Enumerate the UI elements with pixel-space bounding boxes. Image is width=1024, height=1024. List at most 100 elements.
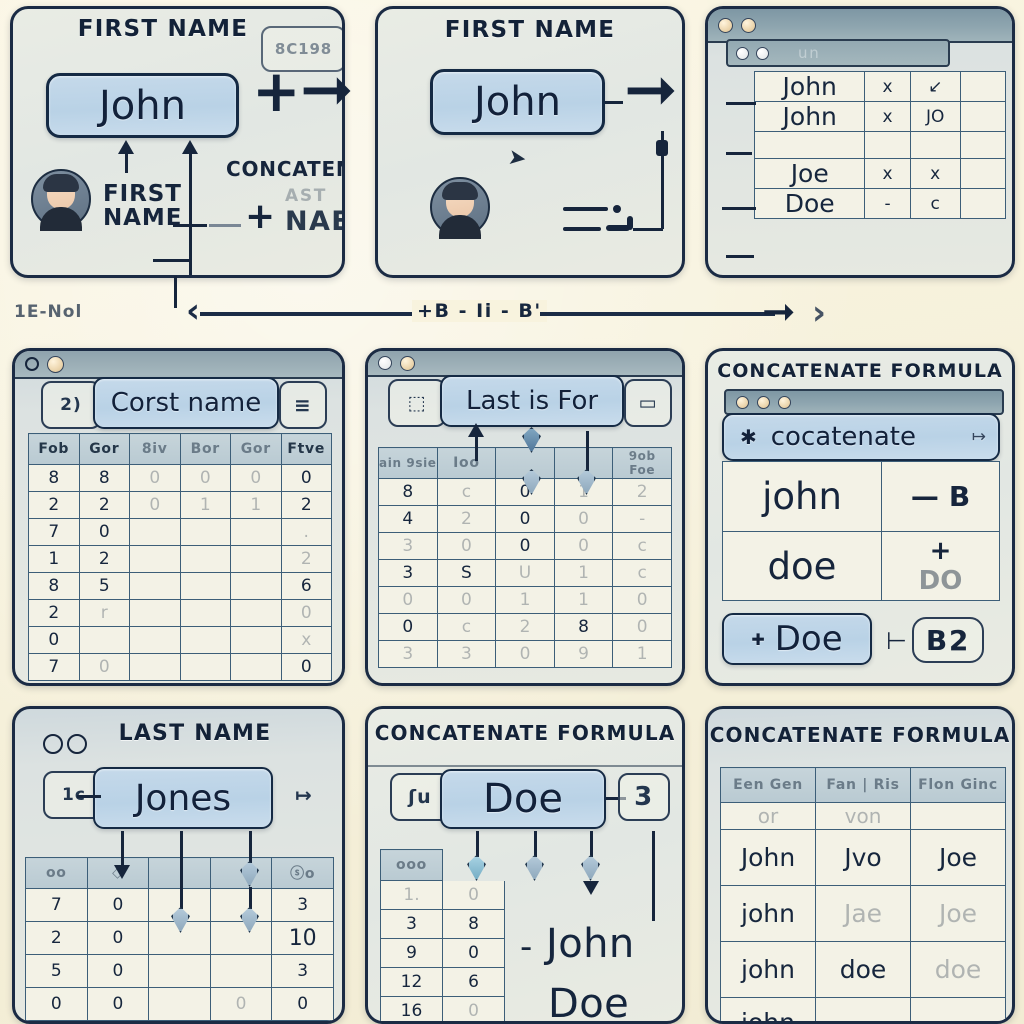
panel3-cell-c1[interactable]: x — [864, 71, 911, 102]
cell[interactable]: r — [78, 599, 130, 627]
cell[interactable] — [179, 545, 231, 573]
panel6-row-left[interactable]: john — [723, 462, 882, 531]
cell[interactable] — [230, 599, 282, 627]
table-row[interactable]: John x JO — [753, 101, 1007, 132]
cell[interactable]: S — [436, 559, 497, 587]
cell[interactable] — [209, 954, 273, 988]
cell[interactable]: n — [86, 1020, 150, 1021]
cell[interactable] — [179, 653, 231, 681]
cell[interactable]: 9 — [553, 640, 614, 668]
cell[interactable]: 3 — [378, 640, 438, 668]
cell[interactable]: 7 — [28, 518, 80, 546]
cell[interactable]: john — [720, 941, 816, 998]
panel8-right-chip[interactable]: 3 — [618, 773, 670, 821]
cell[interactable]: doe — [910, 941, 1006, 998]
table-row[interactable]: john doe doe — [720, 941, 1006, 998]
panel3-cell-c1[interactable]: x — [864, 101, 911, 132]
cell[interactable]: 1 — [553, 559, 614, 587]
cell[interactable]: 0 — [86, 921, 150, 955]
table-row[interactable]: 8 5 6 — [28, 572, 332, 600]
cell[interactable]: 3 — [378, 532, 438, 560]
table-row[interactable]: 9 0 — [380, 938, 505, 968]
cell[interactable]: 9 — [380, 938, 443, 968]
panel4-right-chip[interactable]: ≡ — [279, 381, 327, 429]
cell[interactable]: 10 — [271, 921, 334, 955]
cell[interactable]: or — [720, 802, 816, 830]
cell[interactable]: 12 — [25, 1020, 88, 1021]
cell[interactable]: 12 — [380, 967, 443, 997]
cell[interactable]: 2 — [612, 478, 672, 506]
cell[interactable]: 0 — [78, 653, 130, 681]
panel3-cell-c3[interactable] — [959, 131, 1007, 159]
cell[interactable]: 8 — [78, 464, 130, 492]
panel3-cell-c2[interactable] — [909, 131, 961, 159]
window-dot-close[interactable] — [43, 734, 63, 754]
cell[interactable]: 3 — [271, 954, 334, 988]
table-row[interactable]: 4 2 0 0 - — [378, 505, 672, 533]
cell[interactable]: 2 — [495, 613, 555, 641]
cell[interactable] — [129, 518, 181, 546]
window-dot-minimize[interactable] — [67, 734, 87, 754]
cell[interactable]: 8 — [28, 464, 80, 492]
cell[interactable] — [815, 997, 911, 1021]
panel5-left-chip[interactable]: ⬚ — [388, 379, 446, 427]
panel6-row[interactable]: doe + DO — [723, 532, 999, 600]
table-row[interactable]: 5 0 3 — [25, 954, 334, 988]
panel6-row[interactable]: john — B — [723, 462, 999, 532]
cell[interactable] — [148, 954, 211, 988]
cell[interactable]: c — [612, 532, 672, 560]
cell[interactable]: 1 — [28, 545, 80, 573]
table-row[interactable]: Doe - c — [753, 188, 1007, 219]
panel3-cell-c1[interactable]: x — [864, 158, 911, 189]
cell[interactable]: 0 — [553, 505, 614, 533]
panel3-cell-c2[interactable]: ↙ — [909, 71, 961, 102]
panel9-col-2[interactable]: Flon Ginc — [910, 767, 1006, 803]
panel7-right-chip[interactable]: ↦ — [277, 771, 331, 819]
cell[interactable]: doe — [815, 941, 911, 998]
cell[interactable]: 0 — [280, 599, 332, 627]
cell[interactable]: 8 — [378, 478, 438, 506]
window-dot-amber[interactable] — [47, 355, 64, 373]
panel5-name-field[interactable]: Last is For — [440, 375, 624, 427]
cell[interactable]: 2 — [28, 491, 80, 519]
cell[interactable]: 1 — [612, 640, 672, 668]
panel4-col-0[interactable]: Fob — [28, 433, 80, 465]
table-row[interactable]: 7 0 . — [28, 518, 332, 546]
panel3-cell-name[interactable]: John — [753, 71, 866, 102]
window-dot-amber[interactable] — [757, 395, 770, 409]
table-row[interactable]: 1. 0 — [380, 880, 505, 910]
table-row[interactable]: 0 c 2 8 0 — [378, 613, 672, 641]
cell[interactable]: c — [436, 613, 497, 641]
panel3-cell-c2[interactable]: x — [909, 158, 961, 189]
cell[interactable]: 1 — [230, 491, 282, 519]
cell[interactable]: 0 — [230, 464, 282, 492]
cell[interactable]: 1 — [553, 586, 614, 614]
window-dot-maximize[interactable] — [756, 46, 769, 60]
panel7-col-4[interactable]: ⓢo — [271, 857, 334, 889]
panel3-cell-c3[interactable] — [959, 71, 1007, 102]
panel6-formula-field[interactable]: ✱ cocatenate ↦ — [722, 413, 1000, 461]
cell[interactable]: 0 — [442, 938, 505, 968]
cell[interactable]: 0 — [86, 954, 150, 988]
panel5-right-chip[interactable]: ▭ — [624, 379, 672, 427]
panel3-cell-name[interactable] — [753, 131, 866, 159]
panel3-cell-name[interactable]: Joe — [753, 158, 866, 189]
table-row[interactable]: 12 6 — [380, 967, 505, 997]
cell[interactable]: 0 — [129, 491, 181, 519]
table-row[interactable]: 16 0 — [380, 996, 505, 1021]
cell[interactable]: 0 — [179, 464, 231, 492]
cell[interactable]: 0 — [28, 626, 80, 654]
cell[interactable]: 0 — [612, 613, 672, 641]
panel3-cell-c3[interactable] — [959, 101, 1007, 132]
table-row[interactable]: 3 8 — [380, 909, 505, 939]
window-dot-close[interactable] — [25, 357, 39, 371]
panel4-left-chip[interactable]: 2) — [41, 381, 101, 429]
cell[interactable]: 4 — [378, 505, 438, 533]
panel5-col-2[interactable] — [495, 447, 555, 479]
panel5-col-4[interactable]: 9ob Foe — [612, 447, 672, 479]
cell[interactable]: 5 — [25, 954, 88, 988]
table-row[interactable]: 12 n 0 0 — [25, 1020, 334, 1021]
panel6-row-right[interactable]: + DO — [882, 532, 999, 600]
cell[interactable] — [230, 626, 282, 654]
cell[interactable]: 0 — [495, 532, 555, 560]
